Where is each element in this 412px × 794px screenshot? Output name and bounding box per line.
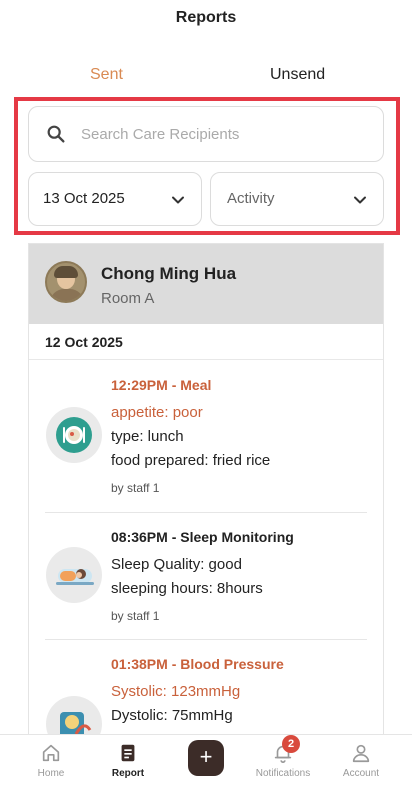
entry-detail: appetite: poor bbox=[111, 404, 203, 421]
nav-home-label: Home bbox=[37, 768, 65, 779]
entry-staff: by staff 1 bbox=[111, 609, 160, 623]
entry-detail: Dystolic: 75mmHg bbox=[111, 707, 233, 724]
tab-sent[interactable]: Sent bbox=[90, 66, 123, 84]
entry-detail: food prepared: fried rice bbox=[111, 452, 271, 469]
report-tabs: Sent Unsend bbox=[0, 60, 412, 92]
divider bbox=[45, 639, 367, 640]
page-title: Reports bbox=[175, 9, 237, 26]
recipient-room: Room A bbox=[101, 290, 155, 307]
search-box[interactable] bbox=[28, 106, 384, 162]
chevron-down-icon bbox=[354, 196, 366, 204]
date-group-label: 12 Oct 2025 bbox=[45, 334, 123, 350]
entry-staff: by staff 1 bbox=[111, 481, 160, 495]
nav-report-label: Report bbox=[111, 768, 145, 779]
meal-icon-circle bbox=[46, 407, 102, 463]
bottom-nav: Home Report + Notifications 2 Account bbox=[0, 734, 412, 794]
user-icon bbox=[352, 744, 370, 763]
entry-detail: Systolic: 123mmHg bbox=[111, 683, 241, 700]
nav-notifications-label: Notifications bbox=[255, 768, 311, 779]
chevron-down-icon bbox=[172, 196, 184, 204]
activity-select-value: Activity bbox=[227, 190, 275, 207]
report-icon bbox=[121, 744, 135, 762]
nav-account[interactable]: Account bbox=[326, 735, 396, 794]
entry-title: 08:36PM - Sleep Monitoring bbox=[111, 529, 294, 545]
entry-title: 12:29PM - Meal bbox=[111, 377, 212, 393]
search-icon bbox=[47, 125, 65, 143]
entry-detail: Sleep Quality: good bbox=[111, 556, 242, 573]
report-card: Chong Ming Hua Room A 12 Oct 2025 12:29P… bbox=[28, 243, 384, 743]
search-input[interactable] bbox=[81, 117, 371, 151]
nav-account-label: Account bbox=[342, 768, 380, 779]
plus-icon: + bbox=[199, 744, 213, 769]
tab-unsend[interactable]: Unsend bbox=[270, 66, 325, 84]
add-report-button[interactable]: + bbox=[188, 740, 224, 776]
sleep-icon bbox=[56, 569, 94, 585]
notification-badge: 2 bbox=[282, 735, 300, 753]
nav-report[interactable]: Report bbox=[93, 735, 163, 794]
date-group-header: 12 Oct 2025 bbox=[29, 324, 383, 360]
entry-title: 01:38PM - Blood Pressure bbox=[111, 656, 284, 672]
entry-detail: type: lunch bbox=[111, 428, 184, 445]
meal-icon bbox=[56, 417, 92, 453]
home-icon bbox=[42, 744, 60, 762]
entry-detail: sleeping hours: 8hours bbox=[111, 580, 263, 597]
date-select-value: 13 Oct 2025 bbox=[43, 190, 125, 207]
app-header: Reports bbox=[0, 0, 412, 40]
recipient-header[interactable]: Chong Ming Hua Room A bbox=[29, 244, 383, 324]
activity-select[interactable]: Activity bbox=[210, 172, 384, 226]
divider bbox=[45, 512, 367, 513]
avatar bbox=[45, 261, 87, 303]
sleep-icon-circle bbox=[46, 547, 102, 603]
recipient-name: Chong Ming Hua bbox=[101, 264, 237, 283]
date-select[interactable]: 13 Oct 2025 bbox=[28, 172, 202, 226]
nav-home[interactable]: Home bbox=[16, 735, 86, 794]
